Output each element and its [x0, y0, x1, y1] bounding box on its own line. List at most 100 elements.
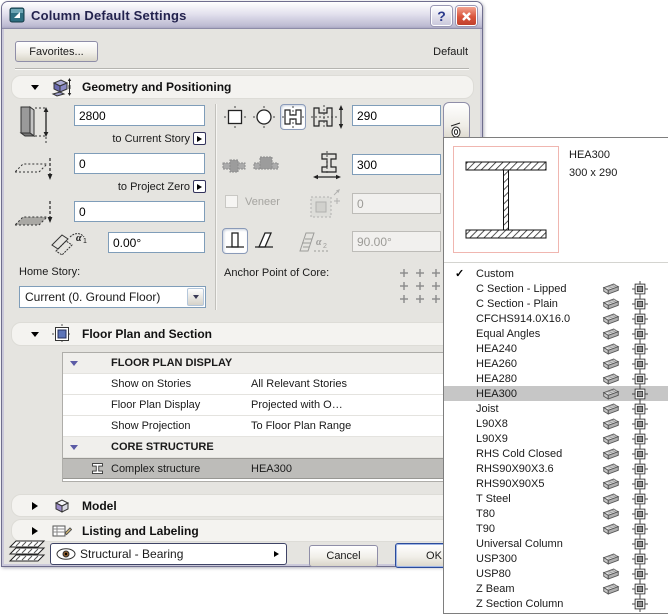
profile-list-item[interactable]: ✓ Custom: [444, 266, 668, 281]
profile-list-item[interactable]: ✓ HEA280: [444, 370, 668, 387]
profile-list-item[interactable]: ✓ USP300: [444, 550, 668, 567]
title-bar[interactable]: Column Default Settings ?: [2, 2, 482, 29]
profile-complex-button[interactable]: [280, 104, 306, 130]
profile-list-item[interactable]: ✓ USP80: [444, 565, 668, 582]
collapse-triangle-icon[interactable]: [63, 360, 85, 366]
screen: Column Default Settings ? Favorites... D…: [0, 0, 668, 614]
table-group-row[interactable]: FLOOR PLAN DISPLAY: [63, 353, 473, 374]
slant-angle-input[interactable]: [352, 231, 441, 252]
profile-rect-button[interactable]: [222, 104, 248, 130]
beam-usage-icon: [596, 417, 625, 431]
table-row[interactable]: Floor Plan Display Projected with O…: [63, 395, 473, 416]
beam-usage-icon: [596, 582, 625, 596]
core-depth-input[interactable]: [352, 154, 441, 175]
header-separator: [15, 68, 469, 70]
group-label: CORE STRUCTURE: [111, 441, 214, 453]
vertical-column-button[interactable]: [222, 228, 248, 254]
column-divider: [215, 104, 216, 310]
beam-usage-icon: [596, 567, 625, 581]
wrap-method-icons: [222, 155, 280, 177]
profile-list-item[interactable]: ✓ L90X9: [444, 430, 668, 447]
top-elevation-input[interactable]: [74, 153, 205, 174]
column-usage-icon: [625, 595, 654, 612]
model-section-header[interactable]: Model: [11, 494, 474, 517]
listing-section-title: Listing and Labeling: [82, 523, 199, 538]
favorites-button[interactable]: Favorites...: [15, 41, 98, 62]
beam-usage-icon: [596, 522, 625, 536]
profile-list: ✓ Custom ✓ C Section - Lipped: [444, 266, 668, 612]
profile-list-item[interactable]: ✓ HEA260: [444, 355, 668, 372]
rotation-angle-icon: α 1: [46, 229, 94, 257]
setting-value: To Floor Plan Range: [251, 420, 352, 432]
ibeam-preview-drawing: [465, 161, 547, 239]
profile-list-item[interactable]: ✓ T80: [444, 505, 668, 522]
profile-list-item[interactable]: ✓ T Steel: [444, 490, 668, 507]
chevron-down-icon: [28, 84, 42, 90]
home-story-select[interactable]: Current (0. Ground Floor): [19, 286, 206, 308]
layer-select[interactable]: Structural - Bearing: [50, 543, 287, 565]
collapse-triangle-icon[interactable]: [63, 444, 85, 450]
rotation-angle-input[interactable]: [108, 232, 205, 253]
core-depth-icon: [313, 151, 343, 183]
svg-text:2: 2: [323, 243, 327, 250]
profile-list-item[interactable]: ✓ CFCHS914.0X16.0: [444, 310, 668, 327]
veneer-thickness-input[interactable]: [352, 193, 441, 214]
app-icon: [9, 7, 25, 23]
layer-value: Structural - Bearing: [80, 547, 184, 561]
slanted-column-button[interactable]: [251, 228, 277, 254]
table-row[interactable]: Show on Stories All Relevant Stories: [63, 374, 473, 395]
bottom-offset-input[interactable]: [74, 201, 205, 222]
bottom-elevation-icon: [13, 199, 57, 229]
close-button[interactable]: [456, 6, 477, 26]
profile-list-item[interactable]: ✓ RHS90X90X5: [444, 475, 668, 492]
profile-name: HEA300: [476, 387, 517, 400]
veneer-checkbox[interactable]: [225, 195, 238, 208]
column-usage-icon: [625, 295, 654, 312]
top-link-flyout-button[interactable]: [193, 132, 206, 145]
profile-name: L90X8: [476, 417, 508, 430]
floorplan-settings-table: FLOOR PLAN DISPLAY Show on Stories All R…: [62, 352, 474, 482]
profile-list-item[interactable]: ✓ HEA300: [444, 385, 668, 402]
bottom-link-flyout-button[interactable]: [193, 180, 206, 193]
profile-list-item[interactable]: ✓ L90X8: [444, 415, 668, 432]
top-link-row: to Current Story: [74, 132, 206, 145]
help-button[interactable]: ?: [431, 6, 452, 26]
geometry-section-header[interactable]: Geometry and Positioning: [11, 75, 474, 99]
table-group-row[interactable]: CORE STRUCTURE: [63, 437, 473, 458]
geometry-section-title: Geometry and Positioning: [82, 80, 232, 94]
profile-name: Custom: [476, 267, 514, 280]
core-width-input[interactable]: [352, 105, 441, 126]
layers-icon: [8, 539, 48, 566]
profile-list-item[interactable]: ✓ RHS90X90X3.6: [444, 460, 668, 477]
setting-name: Floor Plan Display: [111, 399, 201, 411]
profile-list-item[interactable]: ✓ Z Beam: [444, 580, 668, 597]
profile-list-item[interactable]: ✓ Universal Column: [444, 535, 668, 552]
profile-list-item[interactable]: ✓ Equal Angles: [444, 325, 668, 342]
profile-list-item[interactable]: ✓ Z Section Column: [444, 595, 668, 612]
profile-list-item[interactable]: ✓ RHS Cold Closed: [444, 445, 668, 462]
beam-usage-icon: [596, 477, 625, 491]
listing-section-header[interactable]: Listing and Labeling: [11, 519, 474, 542]
column-usage-icon: [625, 310, 654, 327]
profile-circle-button[interactable]: [251, 104, 277, 130]
profile-list-item[interactable]: ✓ C Section - Plain: [444, 295, 668, 312]
profile-name: USP300: [476, 552, 517, 565]
column-usage-icon: [625, 550, 654, 567]
beam-usage-icon: [596, 372, 625, 386]
bottom-link-label: to Project Zero: [117, 180, 190, 193]
profile-list-item[interactable]: ✓ T90: [444, 520, 668, 537]
table-row[interactable]: Show Projection To Floor Plan Range: [63, 416, 473, 437]
cancel-button[interactable]: Cancel: [309, 545, 378, 567]
column-height-icon: [15, 103, 55, 145]
column-height-input[interactable]: [74, 105, 205, 126]
profile-list-item[interactable]: ✓ HEA240: [444, 340, 668, 357]
profile-list-item[interactable]: ✓ C Section - Lipped: [444, 280, 668, 297]
column-usage-icon: [625, 370, 654, 387]
anchor-point-grid[interactable]: [398, 268, 442, 308]
profile-flyout-button[interactable]: [443, 102, 470, 142]
check-icon: ✓: [455, 268, 465, 280]
profile-list-item[interactable]: ✓ Joist: [444, 400, 668, 417]
floorplan-section-header[interactable]: Floor Plan and Section: [11, 322, 474, 346]
table-row-selected[interactable]: Complex structure HEA300: [63, 458, 473, 479]
profile-stamp-icon: [450, 122, 461, 138]
